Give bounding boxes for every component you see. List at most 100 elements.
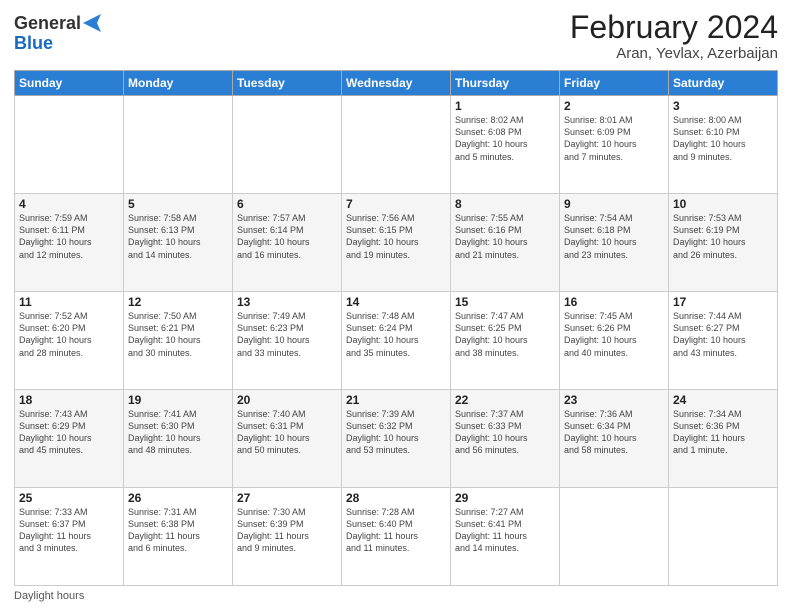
day-info: Sunrise: 7:52 AM Sunset: 6:20 PM Dayligh… [19,310,119,359]
day-info: Sunrise: 7:37 AM Sunset: 6:33 PM Dayligh… [455,408,555,457]
day-cell: 20Sunrise: 7:40 AM Sunset: 6:31 PM Dayli… [233,390,342,488]
week-row-4: 18Sunrise: 7:43 AM Sunset: 6:29 PM Dayli… [15,390,778,488]
day-number: 17 [673,295,773,309]
day-cell: 7Sunrise: 7:56 AM Sunset: 6:15 PM Daylig… [342,194,451,292]
day-number: 29 [455,491,555,505]
day-info: Sunrise: 7:36 AM Sunset: 6:34 PM Dayligh… [564,408,664,457]
day-number: 6 [237,197,337,211]
day-number: 13 [237,295,337,309]
day-info: Sunrise: 7:31 AM Sunset: 6:38 PM Dayligh… [128,506,228,555]
day-number: 8 [455,197,555,211]
day-number: 24 [673,393,773,407]
page: General Blue February 2024 Aran, Yevlax,… [0,0,792,612]
calendar-table: SundayMondayTuesdayWednesdayThursdayFrid… [14,70,778,586]
day-number: 16 [564,295,664,309]
day-number: 11 [19,295,119,309]
day-info: Sunrise: 7:48 AM Sunset: 6:24 PM Dayligh… [346,310,446,359]
day-cell: 2Sunrise: 8:01 AM Sunset: 6:09 PM Daylig… [560,96,669,194]
day-number: 18 [19,393,119,407]
day-info: Sunrise: 7:47 AM Sunset: 6:25 PM Dayligh… [455,310,555,359]
day-cell: 13Sunrise: 7:49 AM Sunset: 6:23 PM Dayli… [233,292,342,390]
day-info: Sunrise: 7:59 AM Sunset: 6:11 PM Dayligh… [19,212,119,261]
col-header-sunday: Sunday [15,71,124,96]
logo: General Blue [14,14,101,54]
col-header-wednesday: Wednesday [342,71,451,96]
day-number: 2 [564,99,664,113]
day-number: 9 [564,197,664,211]
day-info: Sunrise: 7:44 AM Sunset: 6:27 PM Dayligh… [673,310,773,359]
day-info: Sunrise: 7:49 AM Sunset: 6:23 PM Dayligh… [237,310,337,359]
day-cell: 21Sunrise: 7:39 AM Sunset: 6:32 PM Dayli… [342,390,451,488]
day-info: Sunrise: 7:27 AM Sunset: 6:41 PM Dayligh… [455,506,555,555]
day-cell: 23Sunrise: 7:36 AM Sunset: 6:34 PM Dayli… [560,390,669,488]
col-header-tuesday: Tuesday [233,71,342,96]
footer-note: Daylight hours [14,590,778,602]
day-cell [233,96,342,194]
day-cell: 17Sunrise: 7:44 AM Sunset: 6:27 PM Dayli… [669,292,778,390]
day-number: 23 [564,393,664,407]
logo-bird-icon [83,12,101,34]
col-header-saturday: Saturday [669,71,778,96]
day-number: 25 [19,491,119,505]
day-cell: 18Sunrise: 7:43 AM Sunset: 6:29 PM Dayli… [15,390,124,488]
col-header-thursday: Thursday [451,71,560,96]
logo-blue: Blue [14,34,101,54]
day-cell: 12Sunrise: 7:50 AM Sunset: 6:21 PM Dayli… [124,292,233,390]
day-info: Sunrise: 7:50 AM Sunset: 6:21 PM Dayligh… [128,310,228,359]
day-info: Sunrise: 7:34 AM Sunset: 6:36 PM Dayligh… [673,408,773,457]
calendar-body: 1Sunrise: 8:02 AM Sunset: 6:08 PM Daylig… [15,96,778,586]
day-info: Sunrise: 8:02 AM Sunset: 6:08 PM Dayligh… [455,114,555,163]
day-number: 4 [19,197,119,211]
calendar-header-row: SundayMondayTuesdayWednesdayThursdayFrid… [15,71,778,96]
day-cell: 6Sunrise: 7:57 AM Sunset: 6:14 PM Daylig… [233,194,342,292]
col-header-friday: Friday [560,71,669,96]
day-number: 1 [455,99,555,113]
day-number: 5 [128,197,228,211]
day-cell: 24Sunrise: 7:34 AM Sunset: 6:36 PM Dayli… [669,390,778,488]
day-cell [560,488,669,586]
header: General Blue February 2024 Aran, Yevlax,… [14,10,778,62]
day-cell: 9Sunrise: 7:54 AM Sunset: 6:18 PM Daylig… [560,194,669,292]
day-info: Sunrise: 7:43 AM Sunset: 6:29 PM Dayligh… [19,408,119,457]
day-cell: 10Sunrise: 7:53 AM Sunset: 6:19 PM Dayli… [669,194,778,292]
day-cell: 4Sunrise: 7:59 AM Sunset: 6:11 PM Daylig… [15,194,124,292]
logo-general: General [14,14,81,34]
day-info: Sunrise: 7:28 AM Sunset: 6:40 PM Dayligh… [346,506,446,555]
day-cell: 25Sunrise: 7:33 AM Sunset: 6:37 PM Dayli… [15,488,124,586]
day-info: Sunrise: 8:01 AM Sunset: 6:09 PM Dayligh… [564,114,664,163]
day-cell: 11Sunrise: 7:52 AM Sunset: 6:20 PM Dayli… [15,292,124,390]
day-info: Sunrise: 7:33 AM Sunset: 6:37 PM Dayligh… [19,506,119,555]
col-header-monday: Monday [124,71,233,96]
day-info: Sunrise: 7:39 AM Sunset: 6:32 PM Dayligh… [346,408,446,457]
day-cell: 19Sunrise: 7:41 AM Sunset: 6:30 PM Dayli… [124,390,233,488]
day-cell: 3Sunrise: 8:00 AM Sunset: 6:10 PM Daylig… [669,96,778,194]
day-cell: 8Sunrise: 7:55 AM Sunset: 6:16 PM Daylig… [451,194,560,292]
day-number: 21 [346,393,446,407]
day-number: 19 [128,393,228,407]
day-cell: 1Sunrise: 8:02 AM Sunset: 6:08 PM Daylig… [451,96,560,194]
day-info: Sunrise: 8:00 AM Sunset: 6:10 PM Dayligh… [673,114,773,163]
day-number: 27 [237,491,337,505]
main-title: February 2024 [570,10,778,45]
day-cell: 27Sunrise: 7:30 AM Sunset: 6:39 PM Dayli… [233,488,342,586]
day-info: Sunrise: 7:40 AM Sunset: 6:31 PM Dayligh… [237,408,337,457]
day-info: Sunrise: 7:58 AM Sunset: 6:13 PM Dayligh… [128,212,228,261]
day-cell: 16Sunrise: 7:45 AM Sunset: 6:26 PM Dayli… [560,292,669,390]
day-number: 15 [455,295,555,309]
day-info: Sunrise: 7:57 AM Sunset: 6:14 PM Dayligh… [237,212,337,261]
day-info: Sunrise: 7:30 AM Sunset: 6:39 PM Dayligh… [237,506,337,555]
day-number: 20 [237,393,337,407]
day-info: Sunrise: 7:55 AM Sunset: 6:16 PM Dayligh… [455,212,555,261]
day-info: Sunrise: 7:45 AM Sunset: 6:26 PM Dayligh… [564,310,664,359]
day-number: 26 [128,491,228,505]
day-cell [342,96,451,194]
day-cell [15,96,124,194]
day-number: 14 [346,295,446,309]
day-number: 12 [128,295,228,309]
day-number: 22 [455,393,555,407]
day-info: Sunrise: 7:56 AM Sunset: 6:15 PM Dayligh… [346,212,446,261]
subtitle: Aran, Yevlax, Azerbaijan [570,45,778,62]
day-info: Sunrise: 7:53 AM Sunset: 6:19 PM Dayligh… [673,212,773,261]
day-cell: 5Sunrise: 7:58 AM Sunset: 6:13 PM Daylig… [124,194,233,292]
week-row-3: 11Sunrise: 7:52 AM Sunset: 6:20 PM Dayli… [15,292,778,390]
